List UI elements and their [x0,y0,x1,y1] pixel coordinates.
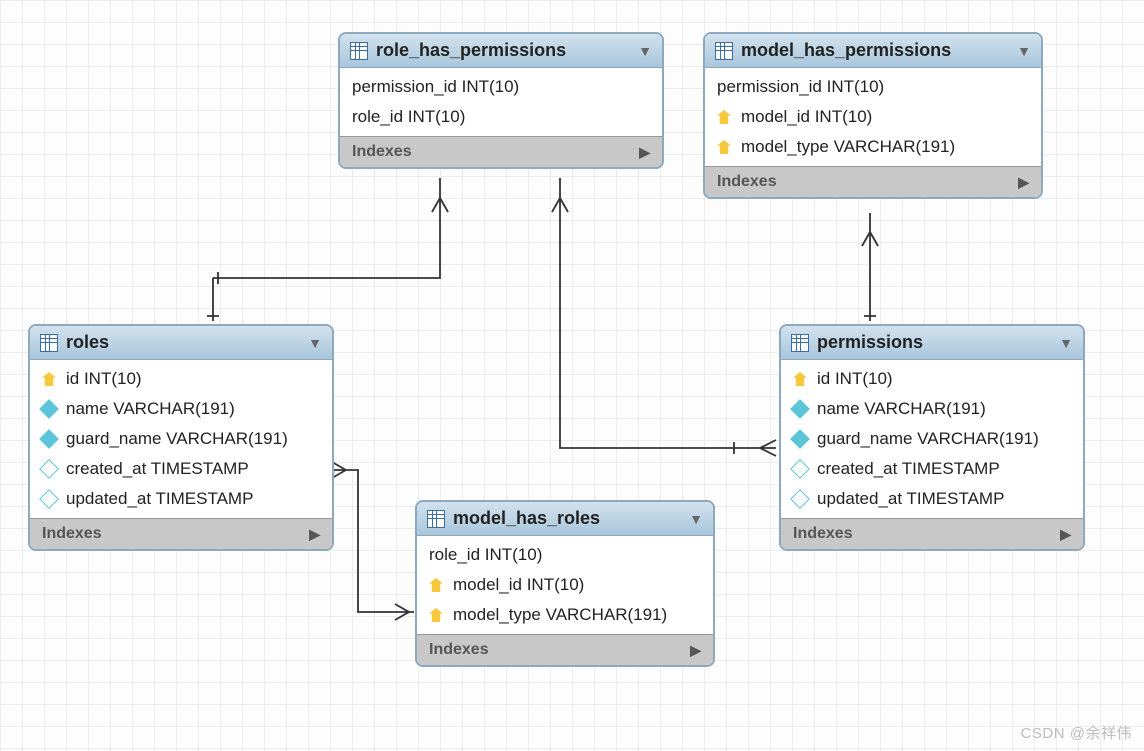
table-icon [350,42,368,60]
table-model_has_permissions[interactable]: model_has_permissions▼permission_id INT(… [703,32,1043,199]
column-text: role_id INT(10) [352,107,465,127]
table-title: model_has_permissions [741,40,1017,61]
table-title: model_has_roles [453,508,689,529]
table-columns: role_id INT(10) model_id INT(10) model_typ… [417,536,713,634]
table-column[interactable]: name VARCHAR(191) [30,394,332,424]
indexes-label: Indexes [352,143,412,161]
table-header[interactable]: role_has_permissions▼ [340,34,662,68]
table-permissions[interactable]: permissions▼ id INT(10) name VARCHAR(191) g… [779,324,1085,551]
diamond-icon [790,459,810,479]
table-roles[interactable]: roles▼ id INT(10) name VARCHAR(191) guard_n… [28,324,334,551]
table-columns: permission_id INT(10) model_id INT(10) mod… [705,68,1041,166]
table-column[interactable]: model_type VARCHAR(191) [417,600,713,630]
indexes-section[interactable]: Indexes ▶ [781,518,1083,549]
table-column[interactable]: id INT(10) [30,364,332,394]
table-column[interactable]: permission_id INT(10) [340,72,662,102]
column-text: name VARCHAR(191) [817,399,986,419]
indexes-section[interactable]: Indexes ▶ [705,166,1041,197]
key-icon [717,110,731,124]
key-icon [717,140,731,154]
column-text: updated_at TIMESTAMP [817,489,1004,509]
column-text: permission_id INT(10) [717,77,884,97]
table-column[interactable]: created_at TIMESTAMP [30,454,332,484]
table-column[interactable]: guard_name VARCHAR(191) [781,424,1083,454]
chevron-right-icon[interactable]: ▶ [639,144,650,161]
indexes-section[interactable]: Indexes ▶ [417,634,713,665]
table-column[interactable]: guard_name VARCHAR(191) [30,424,332,454]
table-title: role_has_permissions [376,40,638,61]
diamond-icon [39,459,59,479]
column-text: model_id INT(10) [453,575,584,595]
chevron-right-icon[interactable]: ▶ [690,642,701,659]
diamond-icon [39,429,59,449]
column-text: permission_id INT(10) [352,77,519,97]
diamond-icon [790,399,810,419]
table-header[interactable]: model_has_roles▼ [417,502,713,536]
column-text: updated_at TIMESTAMP [66,489,253,509]
table-column[interactable]: permission_id INT(10) [705,72,1041,102]
column-text: model_id INT(10) [741,107,872,127]
chevron-down-icon[interactable]: ▼ [1059,335,1073,351]
table-columns: id INT(10) name VARCHAR(191) guard_name VA… [30,360,332,518]
indexes-label: Indexes [717,173,777,191]
diamond-icon [39,489,59,509]
column-text: created_at TIMESTAMP [817,459,1000,479]
table-icon [40,334,58,352]
table-model_has_roles[interactable]: model_has_roles▼ role_id INT(10) model_id … [415,500,715,667]
chevron-right-icon[interactable]: ▶ [1018,174,1029,191]
column-text: created_at TIMESTAMP [66,459,249,479]
table-title: roles [66,332,308,353]
chevron-right-icon[interactable]: ▶ [1060,526,1071,543]
column-text: role_id INT(10) [429,545,542,565]
key-icon [429,608,443,622]
table-column[interactable]: updated_at TIMESTAMP [30,484,332,514]
table-column[interactable]: created_at TIMESTAMP [781,454,1083,484]
table-column[interactable]: role_id INT(10) [340,102,662,132]
column-text: guard_name VARCHAR(191) [817,429,1039,449]
chevron-down-icon[interactable]: ▼ [1017,43,1031,59]
column-text: model_type VARCHAR(191) [453,605,667,625]
column-text: id INT(10) [817,369,893,389]
diamond-icon [790,489,810,509]
table-header[interactable]: model_has_permissions▼ [705,34,1041,68]
table-columns: permission_id INT(10) role_id INT(10) [340,68,662,136]
table-title: permissions [817,332,1059,353]
table-role_has_permissions[interactable]: role_has_permissions▼permission_id INT(1… [338,32,664,169]
indexes-section[interactable]: Indexes ▶ [340,136,662,167]
key-icon [793,372,807,386]
diagram-canvas[interactable]: role_has_permissions▼permission_id INT(1… [0,0,1144,751]
chevron-down-icon[interactable]: ▼ [308,335,322,351]
column-text: guard_name VARCHAR(191) [66,429,288,449]
key-icon [42,372,56,386]
table-columns: id INT(10) name VARCHAR(191) guard_name VA… [781,360,1083,518]
diamond-icon [790,429,810,449]
table-column[interactable]: name VARCHAR(191) [781,394,1083,424]
indexes-label: Indexes [793,525,853,543]
table-column[interactable]: role_id INT(10) [417,540,713,570]
watermark-text: CSDN @余祥伟 [1021,722,1132,743]
table-header[interactable]: permissions▼ [781,326,1083,360]
column-text: model_type VARCHAR(191) [741,137,955,157]
diamond-icon [39,399,59,419]
table-column[interactable]: model_id INT(10) [417,570,713,600]
table-column[interactable]: id INT(10) [781,364,1083,394]
indexes-label: Indexes [42,525,102,543]
table-icon [427,510,445,528]
table-icon [715,42,733,60]
chevron-down-icon[interactable]: ▼ [689,511,703,527]
table-column[interactable]: updated_at TIMESTAMP [781,484,1083,514]
table-header[interactable]: roles▼ [30,326,332,360]
table-icon [791,334,809,352]
indexes-section[interactable]: Indexes ▶ [30,518,332,549]
column-text: id INT(10) [66,369,142,389]
chevron-down-icon[interactable]: ▼ [638,43,652,59]
chevron-right-icon[interactable]: ▶ [309,526,320,543]
table-column[interactable]: model_type VARCHAR(191) [705,132,1041,162]
indexes-label: Indexes [429,641,489,659]
key-icon [429,578,443,592]
column-text: name VARCHAR(191) [66,399,235,419]
table-column[interactable]: model_id INT(10) [705,102,1041,132]
